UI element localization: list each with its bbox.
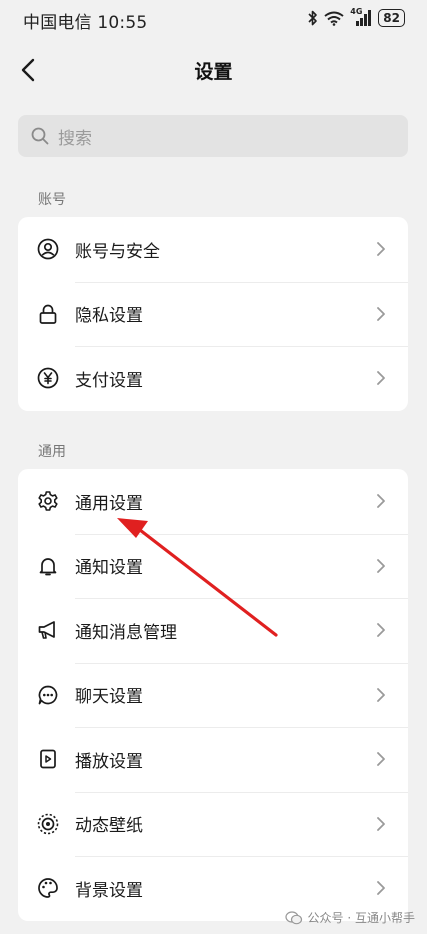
page-title: 设置: [194, 61, 233, 83]
play-device-icon: [36, 747, 60, 771]
megaphone-icon: [36, 618, 60, 642]
signal-icon: 4G: [350, 7, 372, 26]
settings-item-label: 账号与安全: [75, 241, 160, 262]
settings-item-label: 播放设置: [75, 751, 143, 772]
network-type: 4G: [350, 7, 363, 16]
settings-item-chat[interactable]: 聊天设置: [18, 662, 408, 728]
general-settings-card: 通用设置 通知设置 通知消息管理 聊天设置 播放设置 动态壁纸 背景设置: [18, 469, 408, 921]
settings-item-notification[interactable]: 通知设置: [18, 533, 408, 599]
chevron-right-icon: [377, 494, 385, 509]
chevron-right-icon: [377, 242, 385, 257]
chevron-right-icon: [377, 623, 385, 638]
account-settings-card: 账号与安全 隐私设置 支付设置: [18, 217, 408, 411]
bluetooth-icon: [308, 10, 318, 26]
settings-item-label: 通知消息管理: [75, 622, 177, 643]
settings-item-privacy[interactable]: 隐私设置: [18, 281, 408, 347]
yuan-icon: [36, 366, 60, 390]
settings-item-label: 通用设置: [75, 493, 143, 514]
chevron-right-icon: [377, 816, 385, 831]
chevron-right-icon: [377, 306, 385, 321]
settings-item-payment[interactable]: 支付设置: [18, 346, 408, 411]
settings-item-label: 通知设置: [75, 558, 143, 579]
carrier-time: 中国电信 10:55: [23, 13, 148, 33]
palette-icon: [36, 876, 60, 900]
chevron-right-icon: [377, 371, 385, 386]
chevron-right-icon: [377, 881, 385, 896]
settings-item-general[interactable]: 通用设置: [18, 469, 408, 534]
live-wallpaper-icon: [36, 812, 60, 836]
chevron-right-icon: [377, 558, 385, 573]
settings-item-playback[interactable]: 播放设置: [18, 727, 408, 792]
wifi-icon: [324, 11, 344, 26]
settings-item-label: 背景设置: [75, 880, 143, 901]
settings-item-live-wallpaper[interactable]: 动态壁纸: [18, 791, 408, 857]
settings-item-label: 隐私设置: [75, 306, 143, 327]
search-placeholder: 搜索: [58, 128, 92, 149]
lock-icon: [36, 302, 60, 326]
search-input[interactable]: 搜索: [18, 115, 408, 157]
bell-icon: [36, 554, 60, 578]
search-icon: [31, 127, 49, 145]
status-bar: 中国电信 10:55 4G 82: [0, 0, 427, 36]
gear-icon: [36, 489, 60, 513]
settings-item-label: 动态壁纸: [75, 816, 143, 837]
nav-bar: 设置: [0, 40, 427, 100]
wechat-icon: [284, 910, 302, 924]
settings-item-account-security[interactable]: 账号与安全: [18, 217, 408, 282]
chevron-right-icon: [377, 752, 385, 767]
battery-icon: 82: [378, 9, 405, 27]
section-label-account: 账号: [38, 192, 66, 208]
settings-item-notification-messages[interactable]: 通知消息管理: [18, 598, 408, 663]
user-circle-icon: [36, 237, 60, 261]
chat-bubble-icon: [36, 683, 60, 707]
settings-item-label: 支付设置: [75, 370, 143, 391]
settings-item-label: 聊天设置: [75, 687, 143, 708]
chevron-right-icon: [377, 687, 385, 702]
watermark: 公众号 · 互通小帮手: [284, 909, 415, 926]
section-label-general: 通用: [38, 444, 66, 460]
watermark-text: 公众号 · 互通小帮手: [307, 911, 415, 925]
status-icons: 4G 82: [308, 7, 405, 28]
